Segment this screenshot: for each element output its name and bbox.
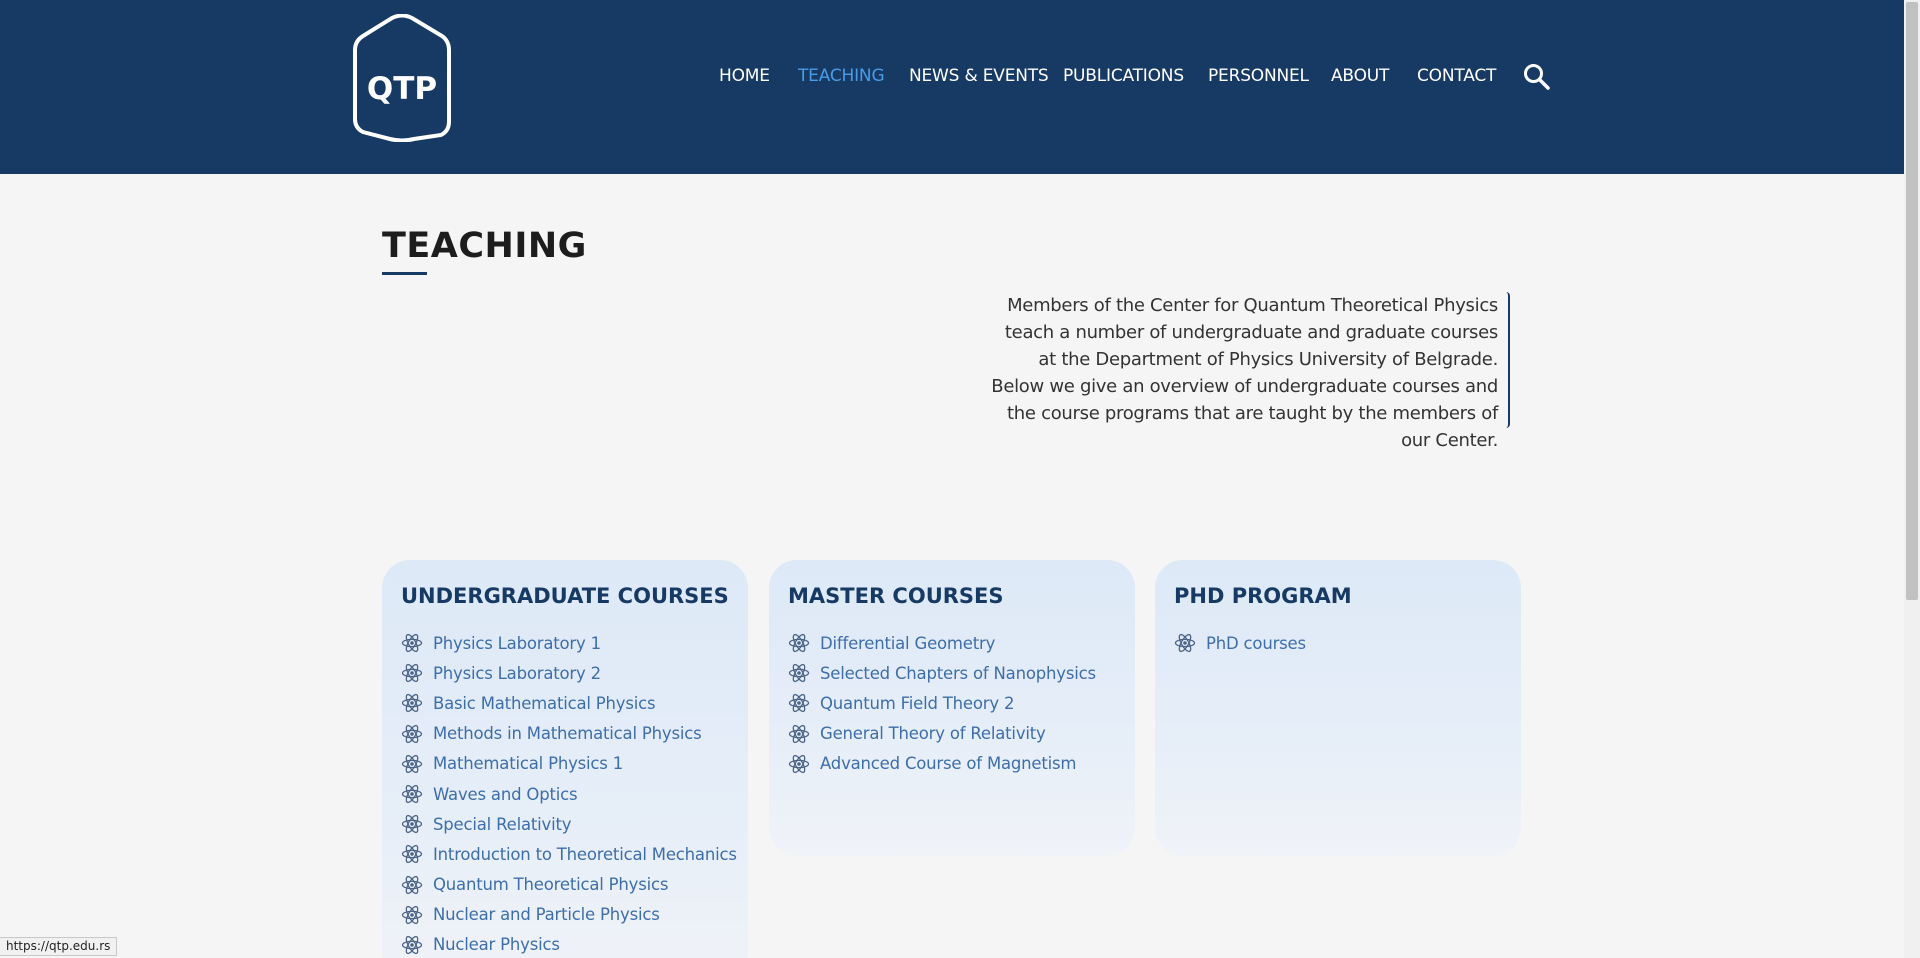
card-title: PHD PROGRAM	[1174, 584, 1352, 608]
undergraduate-courses-card: UNDERGRADUATE COURSES Physics Laboratory…	[382, 560, 748, 958]
course-item[interactable]: Waves and Optics	[401, 779, 737, 809]
course-link[interactable]: Nuclear Physics	[433, 935, 560, 954]
atom-icon	[788, 662, 810, 684]
course-item[interactable]: Physics Laboratory 2	[401, 658, 737, 688]
course-link[interactable]: General Theory of Relativity	[820, 724, 1046, 743]
status-bar-url: https://qtp.edu.rs	[0, 937, 118, 956]
course-item[interactable]: General Theory of Relativity	[788, 719, 1096, 749]
course-link[interactable]: Basic Mathematical Physics	[433, 694, 656, 713]
atom-icon	[788, 723, 810, 745]
course-item[interactable]: PhD courses	[1174, 628, 1306, 658]
atom-icon	[788, 632, 810, 654]
intro-block: Members of the Center for Quantum Theore…	[990, 292, 1510, 451]
atom-icon	[401, 904, 423, 926]
nav-about[interactable]: ABOUT	[1331, 66, 1389, 86]
atom-icon	[788, 753, 810, 775]
atom-icon	[401, 692, 423, 714]
atom-icon	[401, 934, 423, 956]
course-link[interactable]: Quantum Field Theory 2	[820, 694, 1014, 713]
logo-text: QTP	[367, 71, 437, 107]
course-link[interactable]: Waves and Optics	[433, 785, 578, 804]
nav-news-events[interactable]: NEWS & EVENTS	[909, 66, 1049, 86]
nav-contact[interactable]: CONTACT	[1417, 66, 1496, 86]
qtp-logo[interactable]: QTP	[352, 14, 452, 142]
course-link[interactable]: Selected Chapters of Nanophysics	[820, 664, 1096, 683]
atom-icon	[401, 753, 423, 775]
card-title: UNDERGRADUATE COURSES	[401, 584, 729, 608]
course-link[interactable]: Differential Geometry	[820, 634, 995, 653]
course-link[interactable]: Methods in Mathematical Physics	[433, 724, 702, 743]
atom-icon	[401, 843, 423, 865]
course-item[interactable]: Methods in Mathematical Physics	[401, 719, 737, 749]
course-item[interactable]: Special Relativity	[401, 809, 737, 839]
course-link[interactable]: Advanced Course of Magnetism	[820, 754, 1077, 773]
course-item[interactable]: Differential Geometry	[788, 628, 1096, 658]
course-item[interactable]: Nuclear and Particle Physics	[401, 900, 737, 930]
course-item[interactable]: Selected Chapters of Nanophysics	[788, 658, 1096, 688]
atom-icon	[401, 813, 423, 835]
atom-icon	[1174, 632, 1196, 654]
course-link[interactable]: Mathematical Physics 1	[433, 754, 623, 773]
course-link[interactable]: Physics Laboratory 1	[433, 634, 601, 653]
scrollbar-thumb[interactable]	[1906, 2, 1918, 600]
atom-icon	[788, 692, 810, 714]
course-item[interactable]: Nuclear Physics	[401, 930, 737, 958]
nav-personnel[interactable]: PERSONNEL	[1208, 66, 1309, 86]
course-link[interactable]: Introduction to Theoretical Mechanics	[433, 845, 737, 864]
course-link[interactable]: PhD courses	[1206, 634, 1306, 653]
course-item[interactable]: Mathematical Physics 1	[401, 749, 737, 779]
nav-teaching[interactable]: TEACHING	[798, 66, 885, 86]
course-item[interactable]: Advanced Course of Magnetism	[788, 749, 1096, 779]
atom-icon	[401, 723, 423, 745]
vertical-scrollbar[interactable]	[1904, 0, 1920, 958]
site-header: QTP HOME TEACHING NEWS & EVENTS PUBLICAT…	[0, 0, 1904, 174]
phd-course-list: PhD courses	[1174, 628, 1306, 658]
course-item[interactable]: Physics Laboratory 1	[401, 628, 737, 658]
page-title: TEACHING	[382, 226, 587, 266]
search-icon[interactable]	[1522, 62, 1552, 92]
course-item[interactable]: Quantum Field Theory 2	[788, 688, 1096, 718]
atom-icon	[401, 783, 423, 805]
course-link[interactable]: Quantum Theoretical Physics	[433, 875, 669, 894]
atom-icon	[401, 662, 423, 684]
intro-text: Members of the Center for Quantum Theore…	[991, 295, 1498, 451]
atom-icon	[401, 632, 423, 654]
master-course-list: Differential Geometry Selected Chapters o…	[788, 628, 1096, 779]
master-courses-card: MASTER COURSES Differential Geometry Sele…	[769, 560, 1135, 856]
course-link[interactable]: Nuclear and Particle Physics	[433, 905, 660, 924]
atom-icon	[401, 874, 423, 896]
course-item[interactable]: Quantum Theoretical Physics	[401, 870, 737, 900]
course-item[interactable]: Introduction to Theoretical Mechanics	[401, 839, 737, 869]
course-item[interactable]: Basic Mathematical Physics	[401, 688, 737, 718]
nav-home[interactable]: HOME	[719, 66, 770, 86]
course-link[interactable]: Special Relativity	[433, 815, 572, 834]
phd-program-card: PHD PROGRAM PhD courses	[1155, 560, 1521, 856]
card-title: MASTER COURSES	[788, 584, 1004, 608]
nav-publications[interactable]: PUBLICATIONS	[1063, 66, 1184, 86]
undergraduate-course-list: Physics Laboratory 1 Physics Laboratory 2…	[401, 628, 737, 958]
title-underline	[382, 272, 427, 275]
course-link[interactable]: Physics Laboratory 2	[433, 664, 601, 683]
